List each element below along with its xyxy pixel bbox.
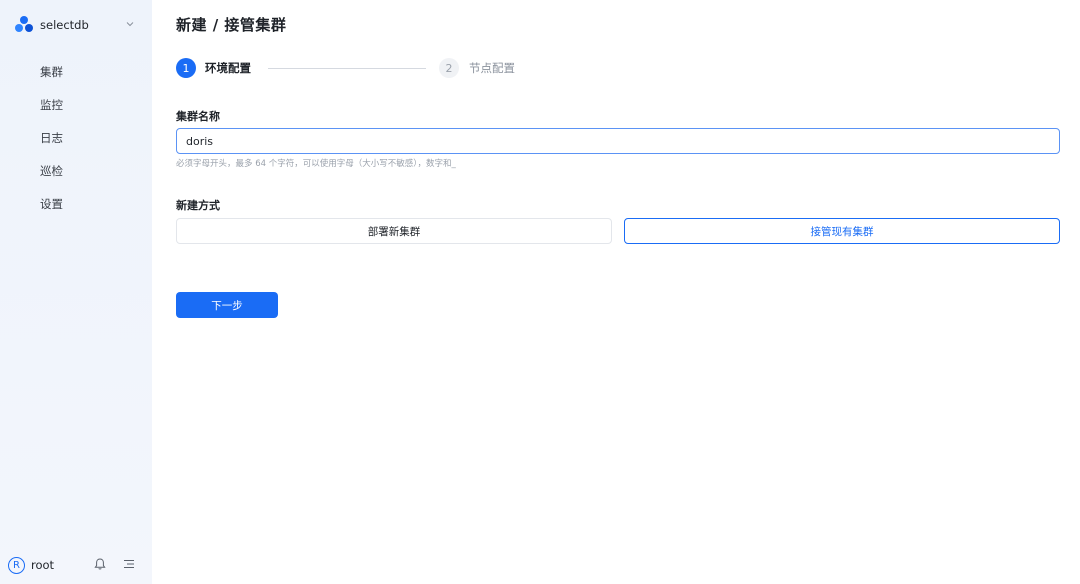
cluster-name-label: 集群名称 — [176, 110, 220, 123]
brand-switcher[interactable]: selectdb — [14, 14, 138, 36]
sidebar-item-settings[interactable]: 设置 — [0, 188, 152, 221]
deploy-new-cluster-button[interactable]: 部署新集群 — [176, 218, 612, 244]
cluster-name-input[interactable] — [176, 128, 1060, 154]
username[interactable]: root — [31, 558, 54, 572]
menu-toggle-icon[interactable] — [122, 557, 136, 571]
takeover-existing-cluster-button[interactable]: 接管现有集群 — [624, 218, 1060, 244]
page-title: 新建 / 接管集群 — [176, 16, 287, 34]
sidebar-nav: 集群 监控 日志 巡检 设置 — [0, 56, 152, 221]
step-connector — [268, 68, 426, 69]
sidebar: selectdb 集群 监控 日志 巡检 设置 R root — [0, 0, 152, 584]
avatar[interactable]: R — [8, 556, 25, 574]
step-1-label: 环境配置 — [205, 61, 251, 75]
step-2-indicator: 2 — [439, 58, 459, 78]
selectdb-logo-icon — [14, 16, 34, 34]
sidebar-item-logs[interactable]: 日志 — [0, 122, 152, 155]
cluster-name-hint: 必须字母开头，最多 64 个字符，可以使用字母（大小写不敏感），数字和_ — [176, 159, 456, 169]
step-2-label: 节点配置 — [469, 61, 515, 75]
main-content: 新建 / 接管集群 1 环境配置 2 节点配置 集群名称 必须字母开头，最多 6… — [152, 0, 1080, 584]
bell-icon[interactable] — [93, 557, 107, 571]
sidebar-footer: R root — [8, 554, 144, 576]
step-1-indicator: 1 — [176, 58, 196, 78]
create-mode-label: 新建方式 — [176, 199, 220, 212]
brand-name: selectdb — [40, 18, 89, 32]
next-step-button[interactable]: 下一步 — [176, 292, 278, 318]
stepper: 1 环境配置 2 节点配置 — [176, 58, 596, 80]
app-root: selectdb 集群 监控 日志 巡检 设置 R root 新建 / 接管集群… — [0, 0, 1080, 584]
sidebar-item-cluster[interactable]: 集群 — [0, 56, 152, 89]
chevron-down-icon[interactable] — [124, 18, 136, 30]
sidebar-item-monitor[interactable]: 监控 — [0, 89, 152, 122]
sidebar-item-inspection[interactable]: 巡检 — [0, 155, 152, 188]
